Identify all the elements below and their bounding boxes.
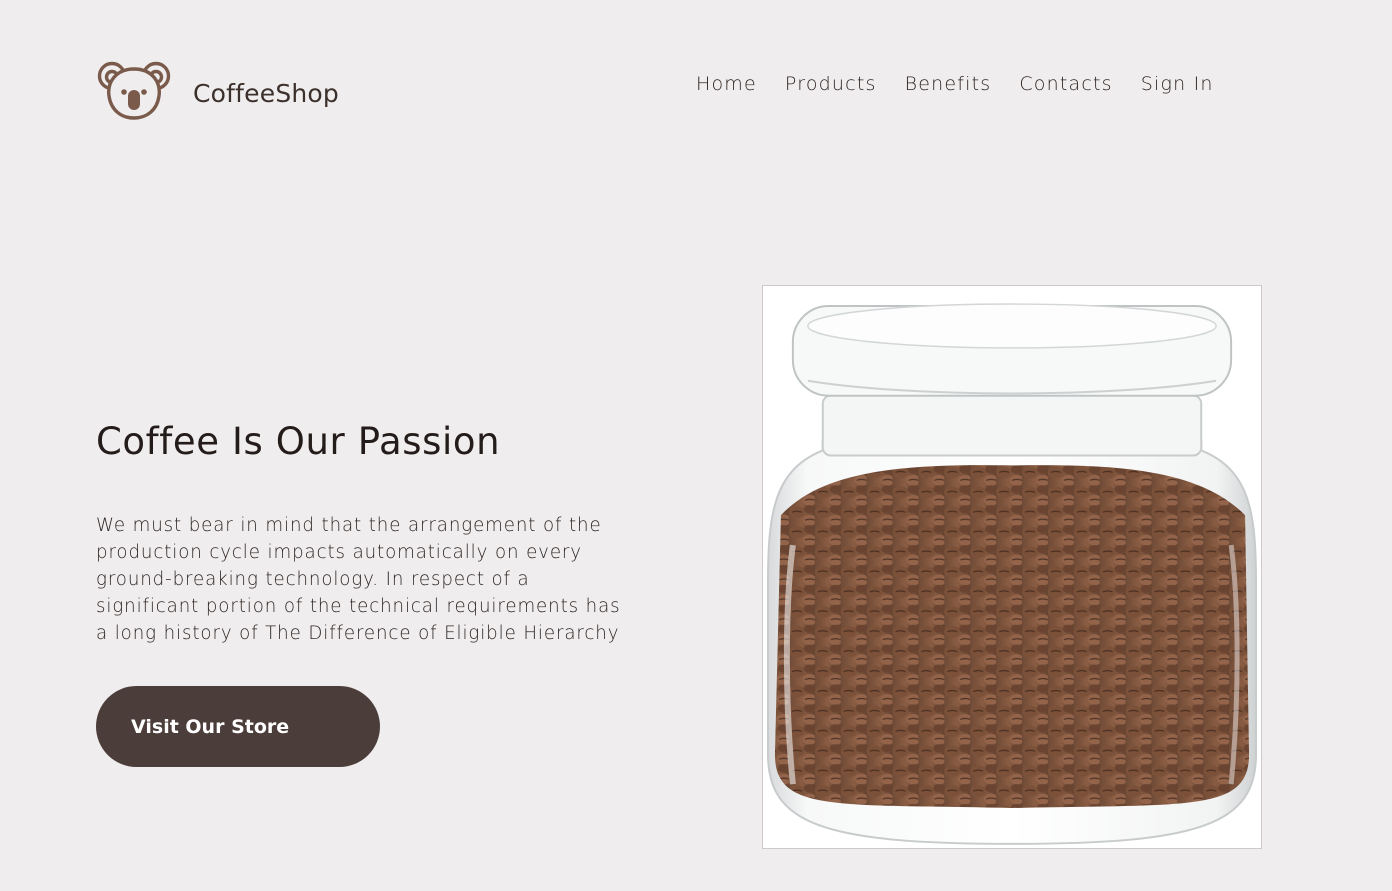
nav-benefits[interactable]: Benefits	[905, 73, 992, 95]
brand-name: CoffeeShop	[193, 78, 339, 108]
hero-title: Coffee Is Our Passion	[96, 420, 501, 463]
hero-description: We must bear in mind that the arrangemen…	[96, 515, 621, 644]
page: CoffeeShop Home Products Benefits Contac…	[0, 0, 1392, 891]
nav-contacts[interactable]: Contacts	[1019, 73, 1112, 95]
koala-icon	[97, 61, 171, 120]
nav-products[interactable]: Products	[785, 73, 877, 95]
nav-home[interactable]: Home	[696, 73, 757, 95]
logo-link[interactable]: CoffeeShop	[97, 60, 339, 122]
coffee-jar-image	[766, 303, 1258, 845]
main-nav: Home Products Benefits Contacts Sign In	[696, 73, 1214, 95]
visit-store-button[interactable]: Visit Our Store	[96, 686, 380, 767]
nav-sign-in[interactable]: Sign In	[1141, 73, 1214, 95]
product-image	[762, 285, 1262, 849]
